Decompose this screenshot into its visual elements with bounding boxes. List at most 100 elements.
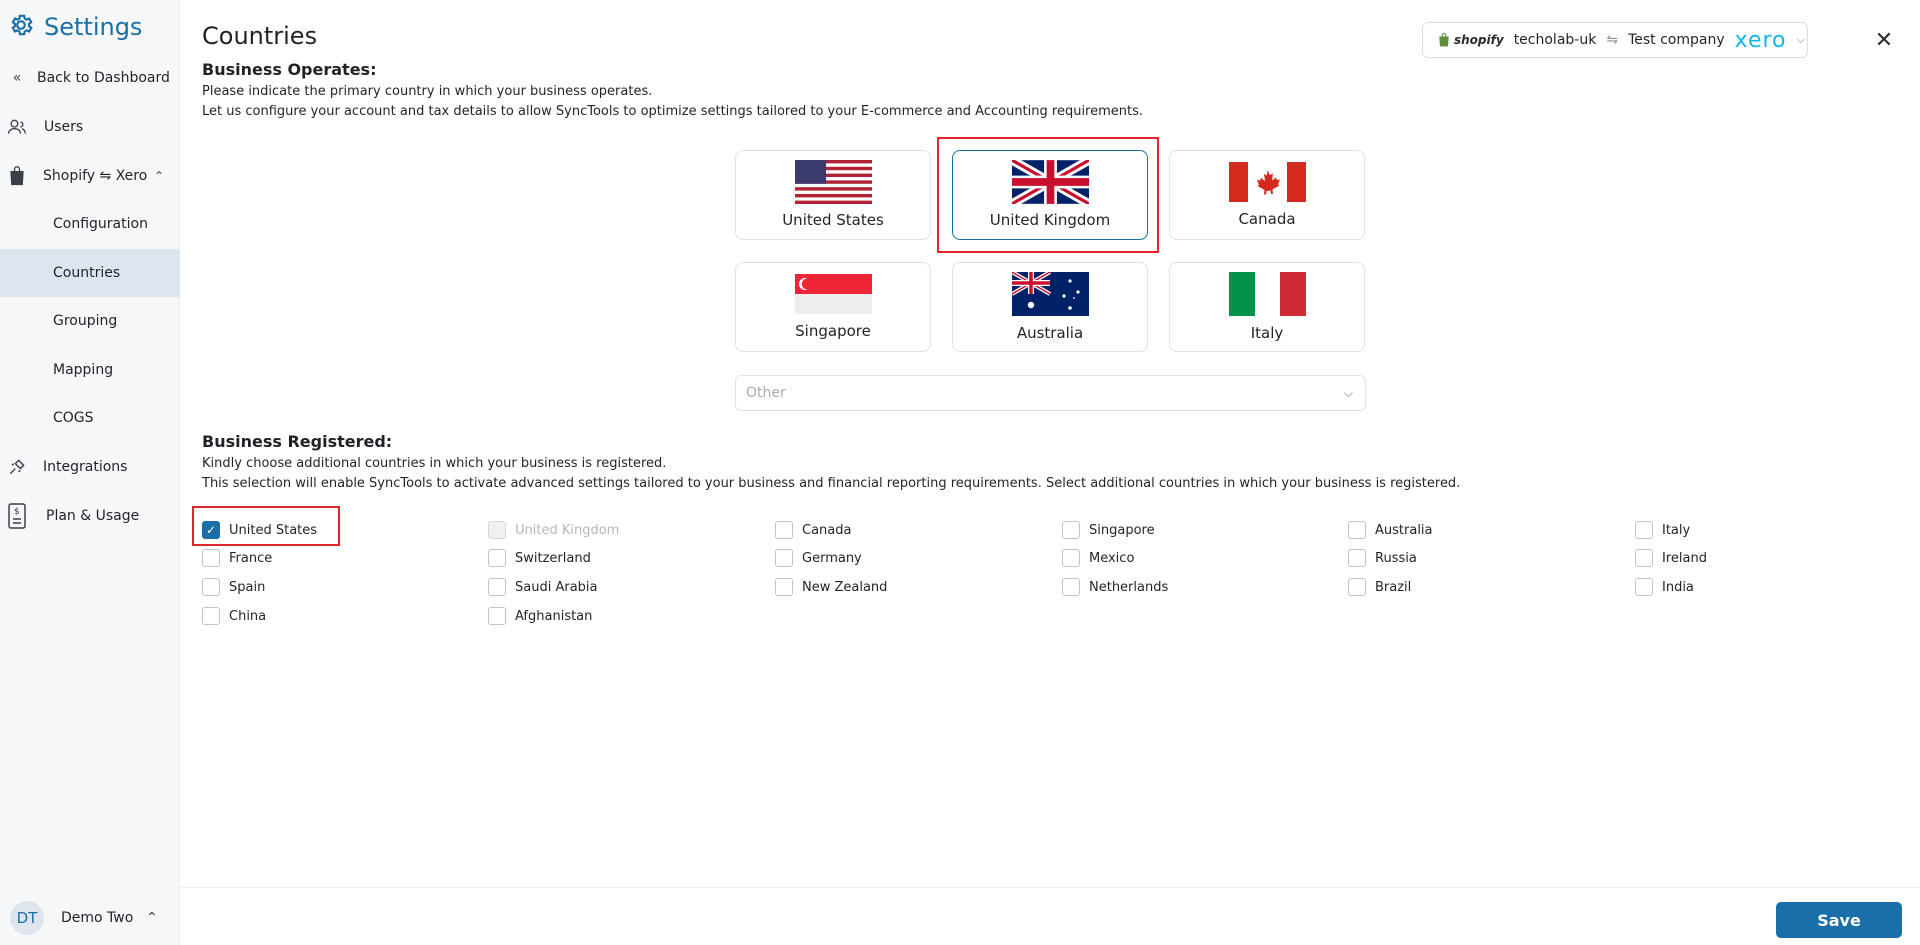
- checkbox-brazil[interactable]: Brazil: [1348, 578, 1411, 596]
- sidebar-item-shopify-xero[interactable]: Shopify ⇋ Xero ⌃: [0, 156, 180, 196]
- other-country-select[interactable]: Other ⌵: [735, 375, 1366, 411]
- checkbox-label: Mexico: [1089, 550, 1135, 566]
- checkbox-france[interactable]: France: [202, 549, 272, 567]
- checkbox-label: Ireland: [1662, 550, 1707, 566]
- checkbox-india[interactable]: India: [1635, 578, 1694, 596]
- checkbox-germany[interactable]: Germany: [775, 549, 862, 567]
- checkbox-united-states[interactable]: ✓ United States: [202, 521, 317, 539]
- brand: Settings: [8, 12, 142, 42]
- checkbox-united-kingdom: United Kingdom: [488, 521, 619, 539]
- checkbox-box: [1348, 578, 1366, 596]
- checkbox-saudi-arabia[interactable]: Saudi Arabia: [488, 578, 598, 596]
- back-to-dashboard-link[interactable]: « Back to Dashboard: [0, 58, 180, 98]
- sidebar-item-label: Integrations: [43, 459, 128, 475]
- checkbox-box: [488, 578, 506, 596]
- chevron-up-icon[interactable]: ⌃: [154, 169, 164, 183]
- country-card-canada[interactable]: Canada: [1169, 150, 1365, 240]
- business-registered-desc-1: Kindly choose additional countries in wh…: [202, 456, 667, 471]
- checkbox-australia[interactable]: Australia: [1348, 521, 1433, 539]
- sync-arrows-icon: ⇋: [1606, 32, 1619, 48]
- sidebar-item-label: Users: [44, 119, 84, 135]
- checkbox-singapore[interactable]: Singapore: [1062, 521, 1155, 539]
- canada-flag-icon: [1229, 162, 1306, 202]
- country-card-united-states[interactable]: United States: [735, 150, 931, 240]
- checkbox-afghanistan[interactable]: Afghanistan: [488, 607, 592, 625]
- checkbox-box: [775, 578, 793, 596]
- gear-icon: [8, 12, 34, 42]
- main-content: Countries shopify techolab-uk ⇋ Test com…: [180, 0, 1920, 945]
- save-button[interactable]: Save: [1776, 902, 1902, 938]
- subitem-label: Mapping: [53, 362, 114, 378]
- checkbox-box: [202, 549, 220, 567]
- checkbox-spain[interactable]: Spain: [202, 578, 265, 596]
- checkbox-label: Germany: [802, 550, 862, 566]
- us-flag-icon: [795, 160, 872, 204]
- checkbox-russia[interactable]: Russia: [1348, 549, 1417, 567]
- checkbox-label: Spain: [229, 579, 266, 595]
- checkbox-label: Saudi Arabia: [515, 579, 598, 595]
- business-registered-title: Business Registered:: [202, 432, 393, 451]
- company-name: Test company: [1628, 32, 1725, 48]
- brand-title: Settings: [44, 13, 143, 41]
- sidebar-subitem-countries[interactable]: Countries: [0, 249, 180, 297]
- checkmark-icon: ✓: [202, 521, 220, 539]
- checkbox-label: France: [229, 550, 273, 566]
- shopify-wordmark: shopify: [1454, 33, 1504, 47]
- checkbox-label: Singapore: [1089, 522, 1155, 538]
- business-registered-desc-2: This selection will enable SyncTools to …: [202, 476, 1461, 491]
- checkbox-label: Russia: [1375, 550, 1417, 566]
- sidebar-item-integrations[interactable]: Integrations: [0, 447, 180, 487]
- country-card-united-kingdom[interactable]: United Kingdom: [952, 150, 1148, 240]
- checkbox-netherlands[interactable]: Netherlands: [1062, 578, 1168, 596]
- sidebar-item-plan-usage[interactable]: $ Plan & Usage: [0, 496, 180, 536]
- checkbox-box: [775, 549, 793, 567]
- checkbox-label: Brazil: [1375, 579, 1412, 595]
- sidebar-subitem-grouping[interactable]: Grouping: [0, 297, 180, 345]
- chevron-up-icon[interactable]: ⌃: [146, 910, 158, 926]
- sidebar-subitem-mapping[interactable]: Mapping: [0, 346, 180, 394]
- checkbox-box: [1635, 549, 1653, 567]
- business-operates-title: Business Operates:: [202, 60, 377, 79]
- checkbox-box: [1348, 549, 1366, 567]
- checkbox-canada[interactable]: Canada: [775, 521, 851, 539]
- country-card-singapore[interactable]: Singapore: [735, 262, 931, 352]
- checkbox-box: [488, 549, 506, 567]
- store-name: techolab-uk: [1513, 32, 1597, 48]
- double-chevron-left-icon: «: [12, 70, 22, 86]
- checkbox-switzerland[interactable]: Switzerland: [488, 549, 591, 567]
- checkbox-new-zealand[interactable]: New Zealand: [775, 578, 887, 596]
- checkbox-label: Netherlands: [1089, 579, 1169, 595]
- sidebar-subitem-configuration[interactable]: Configuration: [0, 200, 180, 248]
- country-name: United States: [782, 211, 884, 229]
- checkbox-label: Australia: [1375, 522, 1433, 538]
- country-name: United Kingdom: [989, 211, 1111, 229]
- checkbox-label: Afghanistan: [515, 608, 593, 624]
- checkbox-ireland[interactable]: Ireland: [1635, 549, 1707, 567]
- checkbox-label: Canada: [802, 522, 852, 538]
- checkbox-box: [775, 521, 793, 539]
- singapore-flag-icon: [795, 274, 872, 314]
- checkbox-box: [1635, 578, 1653, 596]
- checkbox-box: [1062, 549, 1080, 567]
- xero-logo: xero: [1734, 27, 1787, 53]
- user-menu[interactable]: DT Demo Two ⌃: [0, 890, 180, 945]
- checkbox-italy[interactable]: Italy: [1635, 521, 1690, 539]
- checkbox-label: China: [229, 608, 267, 624]
- users-icon: [6, 116, 28, 138]
- sidebar-item-users[interactable]: Users: [0, 107, 180, 147]
- country-card-australia[interactable]: Australia: [952, 262, 1148, 352]
- sidebar-subitem-cogs[interactable]: COGS: [0, 394, 180, 442]
- page-title: Countries: [202, 22, 318, 50]
- checkbox-box: [488, 607, 506, 625]
- checkbox-mexico[interactable]: Mexico: [1062, 549, 1134, 567]
- checkbox-label: United States: [229, 522, 318, 538]
- checkbox-box: [1062, 578, 1080, 596]
- checkbox-china[interactable]: China: [202, 607, 266, 625]
- connection-selector[interactable]: shopify techolab-uk ⇋ Test company xero …: [1422, 22, 1808, 58]
- country-card-italy[interactable]: Italy: [1169, 262, 1365, 352]
- country-name: Canada: [1238, 210, 1296, 228]
- uk-flag-icon: [1012, 160, 1089, 204]
- select-placeholder: Other: [746, 385, 786, 401]
- checkbox-box: [202, 578, 220, 596]
- close-icon[interactable]: ✕: [1872, 28, 1896, 53]
